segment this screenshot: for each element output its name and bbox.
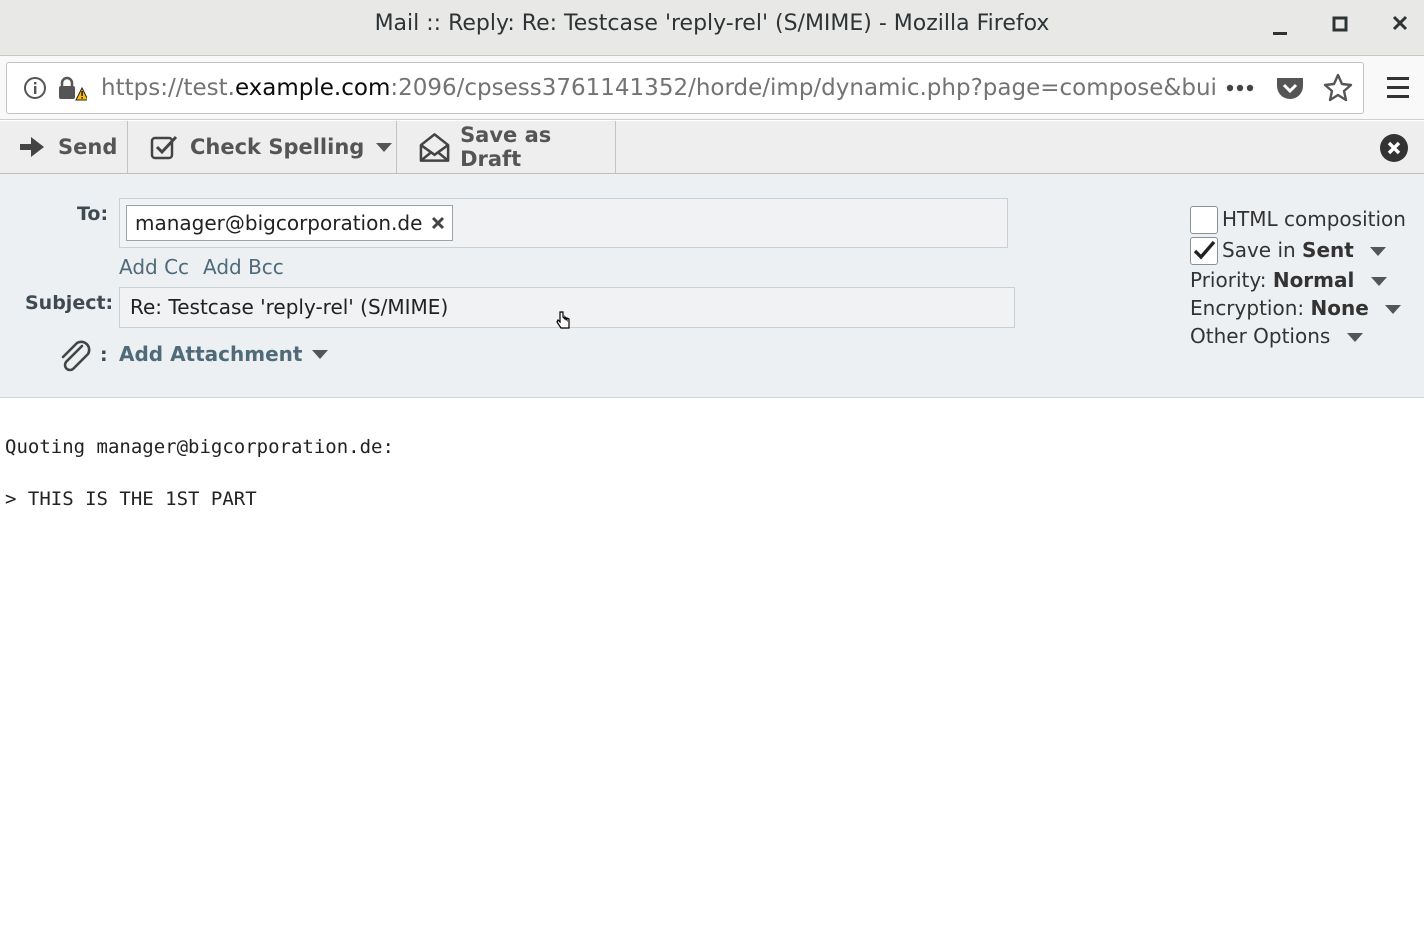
body-line-quote-header: Quoting manager@bigcorporation.de:: [5, 436, 394, 458]
priority-option[interactable]: Priority: Normal: [1190, 268, 1387, 292]
navigation-bar: https://test.example.com:2096/cpsess3761…: [0, 56, 1424, 120]
hand-cursor-icon: [556, 311, 570, 329]
recipient-chip[interactable]: manager@bigcorporation.de: [126, 205, 454, 241]
window-title: Mail :: Reply: Re: Testcase 'reply-rel' …: [374, 11, 1050, 36]
check-spelling-button[interactable]: Check Spelling: [128, 121, 397, 173]
save-in-option[interactable]: Save in Sent: [1222, 238, 1387, 262]
remove-recipient-icon[interactable]: [430, 215, 446, 231]
to-label: To:: [77, 203, 109, 225]
hamburger-menu-icon: [1387, 77, 1409, 98]
recipient-address: manager@bigcorporation.de: [135, 211, 423, 235]
pocket-icon[interactable]: [1275, 75, 1305, 101]
close-compose-icon[interactable]: [1379, 133, 1409, 163]
chevron-down-icon[interactable]: [1385, 305, 1402, 314]
chevron-down-icon[interactable]: [1370, 247, 1387, 256]
url-bar[interactable]: https://test.example.com:2096/cpsess3761…: [6, 62, 1364, 114]
info-icon[interactable]: [23, 76, 47, 100]
save-draft-button[interactable]: Save as Draft: [397, 121, 616, 173]
add-cc-link[interactable]: Add Cc: [119, 255, 189, 279]
other-options[interactable]: Other Options: [1190, 324, 1363, 348]
checkmark-icon: [1193, 240, 1216, 260]
maximize-icon: [1332, 16, 1348, 32]
chevron-down-icon[interactable]: [376, 142, 393, 152]
maximize-button[interactable]: [1320, 6, 1360, 42]
insecure-lock-icon[interactable]: [57, 76, 87, 102]
add-attachment-link[interactable]: Add Attachment: [119, 342, 329, 366]
save-in-sent-checkbox[interactable]: [1190, 237, 1218, 265]
compose-toolbar: Send Check Spelling Save as Draft: [0, 121, 1424, 174]
close-icon: [1392, 15, 1408, 31]
paperclip-icon: [61, 340, 91, 372]
url-text[interactable]: https://test.example.com:2096/cpsess3761…: [101, 63, 1216, 113]
message-body[interactable]: Quoting manager@bigcorporation.de: > THIS…: [5, 430, 394, 516]
bookmark-star-icon[interactable]: [1323, 73, 1353, 103]
attachment-label: :: [100, 344, 108, 366]
window-titlebar: Mail :: Reply: Re: Testcase 'reply-rel' …: [0, 0, 1424, 56]
html-composition-label: HTML composition: [1222, 207, 1406, 231]
close-window-button[interactable]: [1380, 6, 1420, 42]
hamburger-menu-button[interactable]: [1378, 70, 1418, 106]
spellcheck-icon: [150, 135, 178, 160]
to-field[interactable]: manager@bigcorporation.de: [119, 198, 1008, 248]
chevron-down-icon[interactable]: [1370, 277, 1387, 286]
arrow-right-icon: [20, 137, 44, 157]
minimize-button[interactable]: [1260, 6, 1300, 42]
html-composition-checkbox[interactable]: [1190, 206, 1218, 234]
chevron-down-icon[interactable]: [312, 349, 329, 359]
page-actions-icon[interactable]: [1225, 83, 1255, 93]
add-bcc-link[interactable]: Add Bcc: [203, 255, 284, 279]
encryption-option[interactable]: Encryption: None: [1190, 296, 1402, 320]
compose-header: To: manager@bigcorporation.de Add Cc Add…: [0, 174, 1424, 398]
minimize-icon: [1273, 32, 1287, 35]
subject-label: Subject:: [25, 292, 114, 314]
chevron-down-icon[interactable]: [1346, 333, 1363, 342]
envelope-open-icon: [419, 133, 450, 162]
body-line-quoted: > THIS IS THE 1ST PART: [5, 488, 257, 510]
send-button[interactable]: Send: [0, 121, 128, 173]
